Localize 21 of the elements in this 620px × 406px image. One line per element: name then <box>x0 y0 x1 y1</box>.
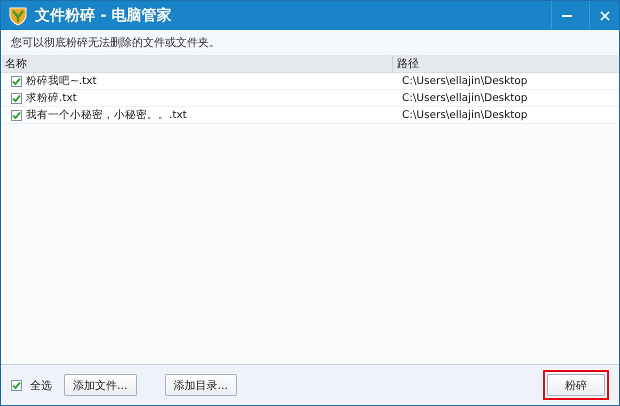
file-path: C:\Users\ellajin\Desktop <box>401 109 528 121</box>
add-button[interactable]: 添加目录... <box>164 374 237 396</box>
shield-icon <box>9 6 27 26</box>
file-path: C:\Users\ellajin\Desktop <box>401 92 528 104</box>
checkbox[interactable] <box>11 110 22 120</box>
description-text: 您可以彻底粉碎无法删除的文件或文件夹。 <box>11 35 220 50</box>
window-title: 文件粉碎 - 电脑管家 <box>35 6 173 25</box>
checkbox[interactable] <box>11 380 22 390</box>
checkbox[interactable] <box>11 92 22 104</box>
column-header[interactable]: 路径 <box>393 55 619 72</box>
minimize-icon <box>562 14 572 18</box>
column-header[interactable]: 名称 <box>1 55 393 72</box>
shred-button[interactable]: 粉碎 <box>547 374 605 396</box>
checkbox[interactable] <box>11 76 22 86</box>
file-name: 求粉碎.txt <box>26 91 77 105</box>
close-icon <box>600 10 610 20</box>
file-name: 粉碎我吧~.txt <box>26 74 97 88</box>
file-name: 我有一个小秘密，小秘密。。.txt <box>26 108 187 122</box>
select-all-label: 全选 <box>30 378 52 392</box>
add-button[interactable]: 添加文件... <box>64 374 136 396</box>
file-path: C:\Users\ellajin\Desktop <box>401 75 528 87</box>
